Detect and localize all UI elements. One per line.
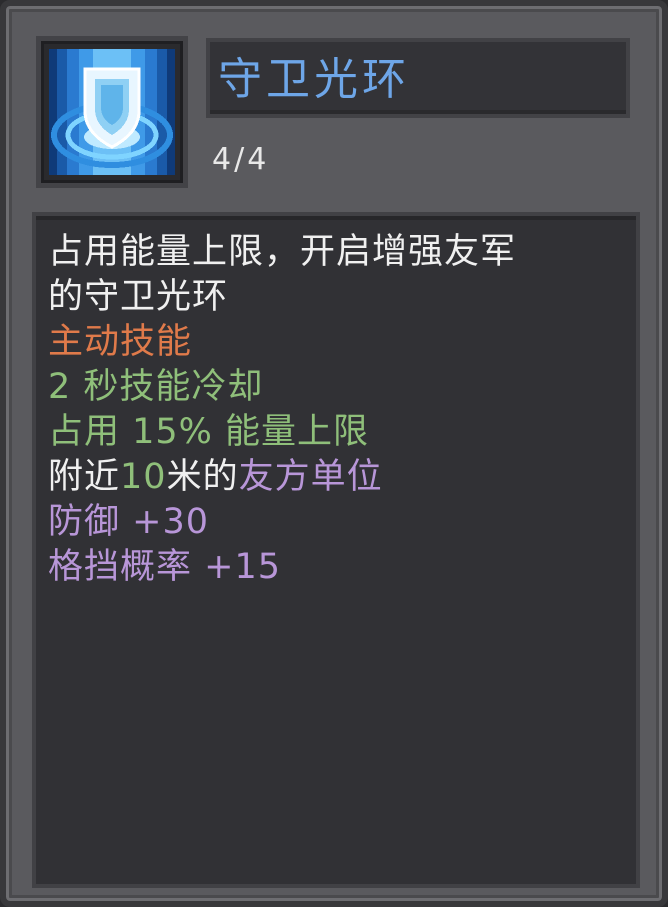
skill-tooltip-panel: 守卫光环 4/4 占用能量上限，开启增强友军 的守卫光环 主动技能 2 秒技能冷…	[0, 0, 668, 907]
skill-cooldown: 2 秒技能冷却	[48, 367, 264, 407]
range-prefix: 附近	[48, 457, 121, 497]
description-line: 占用能量上限，开启增强友军	[48, 232, 517, 272]
skill-type: 主动技能	[48, 322, 193, 362]
skill-level: 4/4	[212, 142, 270, 177]
bonus-defense: 防御 +30	[48, 502, 209, 542]
shield-aura-icon	[49, 49, 175, 175]
skill-title-box: 守卫光环	[206, 38, 630, 118]
range-target: 友方单位	[238, 457, 383, 497]
skill-description-box: 占用能量上限，开启增强友军 的守卫光环 主动技能 2 秒技能冷却 占用 15% …	[32, 212, 640, 888]
skill-cost: 占用 15% 能量上限	[48, 412, 370, 452]
skill-name: 守卫光环	[218, 54, 410, 105]
skill-range: 附近10米的友方单位	[48, 455, 628, 500]
skill-icon-frame	[36, 36, 188, 188]
skill-description: 占用能量上限，开启增强友军 的守卫光环 主动技能 2 秒技能冷却 占用 15% …	[48, 230, 628, 590]
description-line: 的守卫光环	[48, 277, 229, 317]
range-value: 10	[120, 457, 167, 497]
bonus-block: 格挡概率 +15	[48, 547, 281, 587]
range-suffix: 米的	[166, 457, 239, 497]
